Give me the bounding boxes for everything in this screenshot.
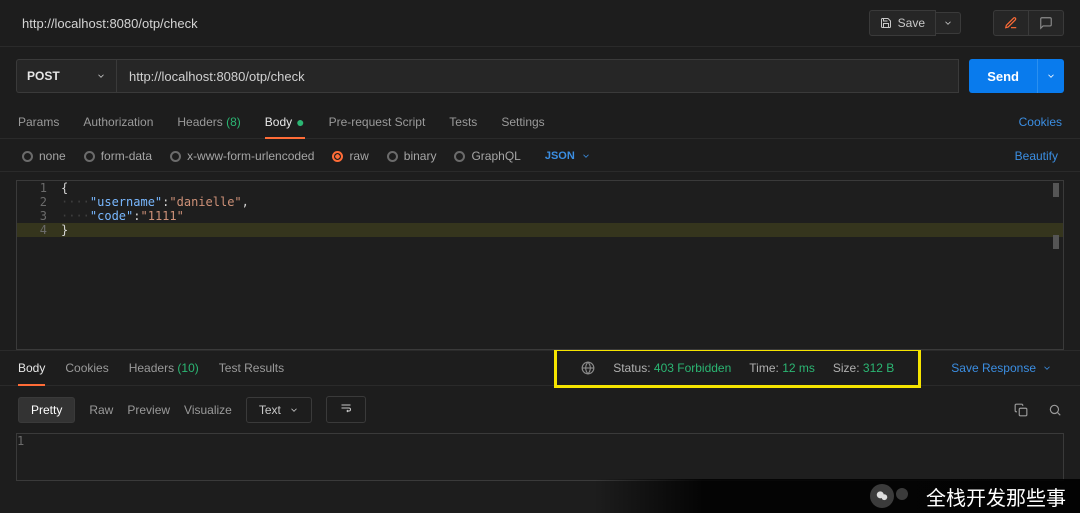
save-response-button[interactable]: Save Response: [951, 361, 1052, 375]
response-meta-highlight: Status: 403 Forbidden Time: 12 ms Size: …: [554, 348, 921, 388]
request-body-editor[interactable]: 1{2····"username":"danielle",3····"code"…: [16, 180, 1064, 350]
line-content: ····"code":"1111": [57, 209, 184, 223]
time-meta: Time: 12 ms: [749, 361, 815, 375]
radio-raw[interactable]: raw: [332, 149, 368, 163]
line-content: }: [57, 223, 68, 237]
tab-title: http://localhost:8080/otp/check: [22, 16, 198, 31]
comment-button[interactable]: [1029, 10, 1064, 36]
save-button[interactable]: Save: [869, 10, 936, 36]
comment-icon: [1039, 16, 1053, 30]
status-meta: Status: 403 Forbidden: [613, 361, 731, 375]
size-meta: Size: 312 B: [833, 361, 894, 375]
response-meta: Status: 403 Forbidden Time: 12 ms Size: …: [544, 346, 1062, 390]
resp-tab-cookies[interactable]: Cookies: [65, 351, 108, 385]
chevron-down-icon: [289, 405, 299, 415]
wrap-icon: [339, 402, 353, 414]
fmt-raw[interactable]: Raw: [89, 403, 113, 417]
editor-line: 4}: [17, 223, 1063, 237]
request-line: POST http://localhost:8080/otp/check Sen…: [0, 47, 1080, 105]
body-type-row: none form-data x-www-form-urlencoded raw…: [0, 139, 1080, 172]
cookies-link[interactable]: Cookies: [1019, 115, 1062, 129]
fmt-pretty[interactable]: Pretty: [18, 397, 75, 423]
pencil-icon: [1004, 16, 1018, 30]
resp-tab-body[interactable]: Body: [18, 351, 45, 385]
beautify-link[interactable]: Beautify: [1015, 149, 1058, 163]
tab-body[interactable]: Body●: [265, 105, 305, 138]
resp-tab-headers[interactable]: Headers (10): [129, 351, 199, 385]
radio-x-www-form-urlencoded[interactable]: x-www-form-urlencoded: [170, 149, 314, 163]
save-more-button[interactable]: [936, 12, 961, 34]
chevron-down-icon: [96, 71, 106, 81]
wrap-lines-button[interactable]: [326, 396, 366, 423]
resp-tab-test-results[interactable]: Test Results: [219, 351, 284, 385]
radio-binary[interactable]: binary: [387, 149, 437, 163]
line-number: 3: [17, 209, 57, 223]
chevron-down-icon: [581, 151, 591, 161]
tab-headers[interactable]: Headers (8): [177, 105, 240, 138]
tab-authorization[interactable]: Authorization: [83, 105, 153, 138]
wechat-icon: [870, 484, 894, 508]
line-number: 4: [17, 223, 57, 237]
editor-scroll-thumb[interactable]: [1053, 235, 1059, 249]
editor-line: 1{: [17, 181, 1063, 195]
editor-line: 3····"code":"1111": [17, 209, 1063, 223]
chevron-down-icon: [1042, 363, 1052, 373]
search-icon[interactable]: [1048, 403, 1062, 417]
line-content: {: [57, 181, 68, 195]
http-method-value: POST: [27, 69, 60, 83]
fmt-visualize[interactable]: Visualize: [184, 403, 232, 417]
save-button-label: Save: [898, 16, 925, 30]
title-bar: http://localhost:8080/otp/check Save: [0, 0, 1080, 47]
tab-tests[interactable]: Tests: [449, 105, 477, 138]
editor-line: 2····"username":"danielle",: [17, 195, 1063, 209]
response-actions: [1014, 403, 1062, 417]
globe-icon[interactable]: [581, 361, 595, 375]
line-number: 2: [17, 195, 57, 209]
send-button[interactable]: Send: [969, 59, 1037, 93]
line-number: 1: [17, 181, 57, 195]
body-language-select[interactable]: JSON: [545, 150, 591, 162]
copy-icon[interactable]: [1014, 403, 1028, 417]
send-more-button[interactable]: [1037, 59, 1064, 93]
line-content: ····"username":"danielle",: [57, 195, 249, 209]
request-tabs: Params Authorization Headers (8) Body● P…: [0, 105, 1080, 139]
line-content: [34, 434, 38, 448]
save-icon: [880, 17, 892, 29]
response-language-select[interactable]: Text: [246, 397, 312, 423]
chevron-down-icon: [943, 18, 953, 28]
editor-scroll-thumb[interactable]: [1053, 183, 1059, 197]
radio-none[interactable]: none: [22, 149, 66, 163]
http-method-select[interactable]: POST: [16, 59, 116, 93]
response-body-editor[interactable]: 1: [16, 433, 1064, 481]
url-input[interactable]: http://localhost:8080/otp/check: [116, 59, 959, 93]
response-tabs: Body Cookies Headers (10) Test Results S…: [0, 350, 1080, 386]
chevron-down-icon: [1046, 71, 1056, 81]
edit-button[interactable]: [993, 10, 1029, 36]
send-button-label: Send: [987, 69, 1019, 84]
tab-settings[interactable]: Settings: [501, 105, 544, 138]
radio-graphql[interactable]: GraphQL: [454, 149, 520, 163]
tab-params[interactable]: Params: [18, 105, 59, 138]
line-number: 1: [17, 434, 34, 448]
fmt-preview[interactable]: Preview: [127, 403, 170, 417]
watermark: 全栈开发那些事: [0, 479, 1080, 513]
radio-form-data[interactable]: form-data: [84, 149, 152, 163]
watermark-text: 全栈开发那些事: [926, 482, 1066, 511]
tab-prerequest[interactable]: Pre-request Script: [329, 105, 426, 138]
title-actions: Save: [869, 10, 1064, 36]
url-value: http://localhost:8080/otp/check: [129, 69, 305, 84]
response-format-row: Pretty Raw Preview Visualize Text: [0, 386, 1080, 429]
